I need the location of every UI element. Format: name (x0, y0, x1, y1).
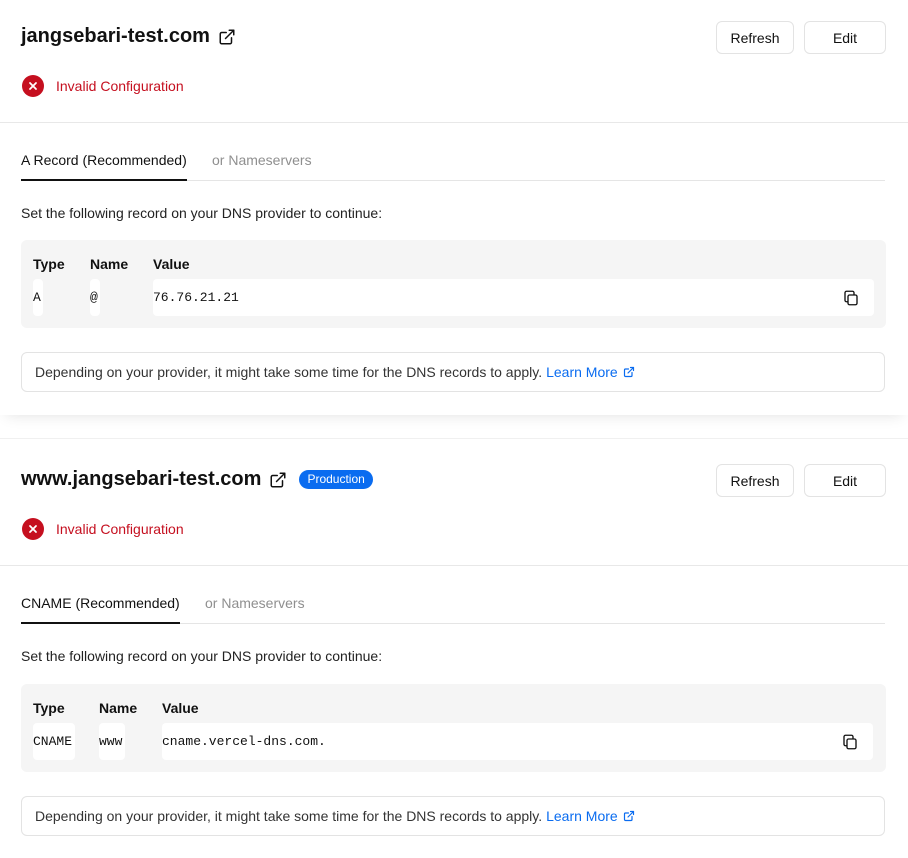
copy-icon[interactable] (841, 733, 859, 751)
dns-record-table: Type Name Value CNAME www cname.vercel-d… (21, 684, 886, 772)
column-header-type: Type (33, 256, 65, 272)
learn-more-label: Learn More (546, 808, 618, 824)
status-row: Invalid Configuration (22, 75, 184, 97)
refresh-button[interactable]: Refresh (716, 464, 794, 497)
external-link-icon (623, 366, 634, 378)
notice-text: Depending on your provider, it might tak… (35, 808, 543, 824)
table-row: CNAME www cname.vercel-dns.com. (21, 723, 886, 760)
domain-name[interactable]: www.jangsebari-test.com (21, 468, 261, 491)
domain-card-2: www.jangsebari-test.com Production Refre… (0, 438, 908, 858)
instruction-text: Set the following record on your DNS pro… (21, 648, 383, 664)
domain-card-1: jangsebari-test.com Refresh Edit Invalid… (0, 0, 908, 415)
record-name: @ (90, 279, 100, 316)
record-type: A (33, 279, 43, 316)
record-type: CNAME (33, 723, 75, 760)
record-value: 76.76.21.21 (153, 279, 874, 316)
record-name: www (99, 723, 125, 760)
domain-title-row: jangsebari-test.com (21, 25, 236, 48)
column-header-value: Value (162, 700, 199, 716)
divider (0, 122, 908, 123)
domain-title-row: www.jangsebari-test.com Production (21, 468, 373, 491)
status-row: Invalid Configuration (22, 518, 184, 540)
tab-nameservers[interactable]: or Nameservers (205, 593, 305, 622)
record-tabs: A Record (Recommended) or Nameservers (21, 150, 885, 181)
record-value: cname.vercel-dns.com. (162, 723, 873, 760)
edit-button[interactable]: Edit (804, 464, 886, 497)
production-badge: Production (299, 470, 373, 489)
tab-a-record[interactable]: A Record (Recommended) (21, 150, 187, 181)
tab-cname[interactable]: CNAME (Recommended) (21, 593, 180, 624)
status-text: Invalid Configuration (56, 521, 184, 537)
divider (0, 565, 908, 566)
record-value-text: cname.vercel-dns.com. (162, 734, 326, 749)
column-header-type: Type (33, 700, 65, 716)
column-header-name: Name (99, 700, 138, 716)
column-header-name: Name (90, 256, 129, 272)
column-header-value: Value (153, 256, 190, 272)
external-link-icon[interactable] (218, 28, 236, 46)
learn-more-link[interactable]: Learn More (546, 808, 635, 824)
error-icon (22, 75, 44, 97)
instruction-text: Set the following record on your DNS pro… (21, 205, 383, 221)
dns-record-table: Type Name Value A @ 76.76.21.21 (21, 240, 886, 328)
dns-propagation-notice: Depending on your provider, it might tak… (21, 352, 885, 392)
table-row: A @ 76.76.21.21 (21, 279, 886, 316)
dns-propagation-notice: Depending on your provider, it might tak… (21, 796, 885, 836)
external-link-icon[interactable] (269, 471, 287, 489)
record-tabs: CNAME (Recommended) or Nameservers (21, 593, 885, 624)
refresh-button[interactable]: Refresh (716, 21, 794, 54)
copy-icon[interactable] (842, 289, 860, 307)
learn-more-link[interactable]: Learn More (546, 364, 635, 380)
edit-button[interactable]: Edit (804, 21, 886, 54)
error-icon (22, 518, 44, 540)
external-link-icon (623, 810, 634, 822)
notice-text: Depending on your provider, it might tak… (35, 364, 543, 380)
tab-nameservers[interactable]: or Nameservers (212, 150, 312, 179)
status-text: Invalid Configuration (56, 78, 184, 94)
domain-name[interactable]: jangsebari-test.com (21, 25, 210, 48)
learn-more-label: Learn More (546, 364, 618, 380)
record-value-text: 76.76.21.21 (153, 290, 239, 305)
